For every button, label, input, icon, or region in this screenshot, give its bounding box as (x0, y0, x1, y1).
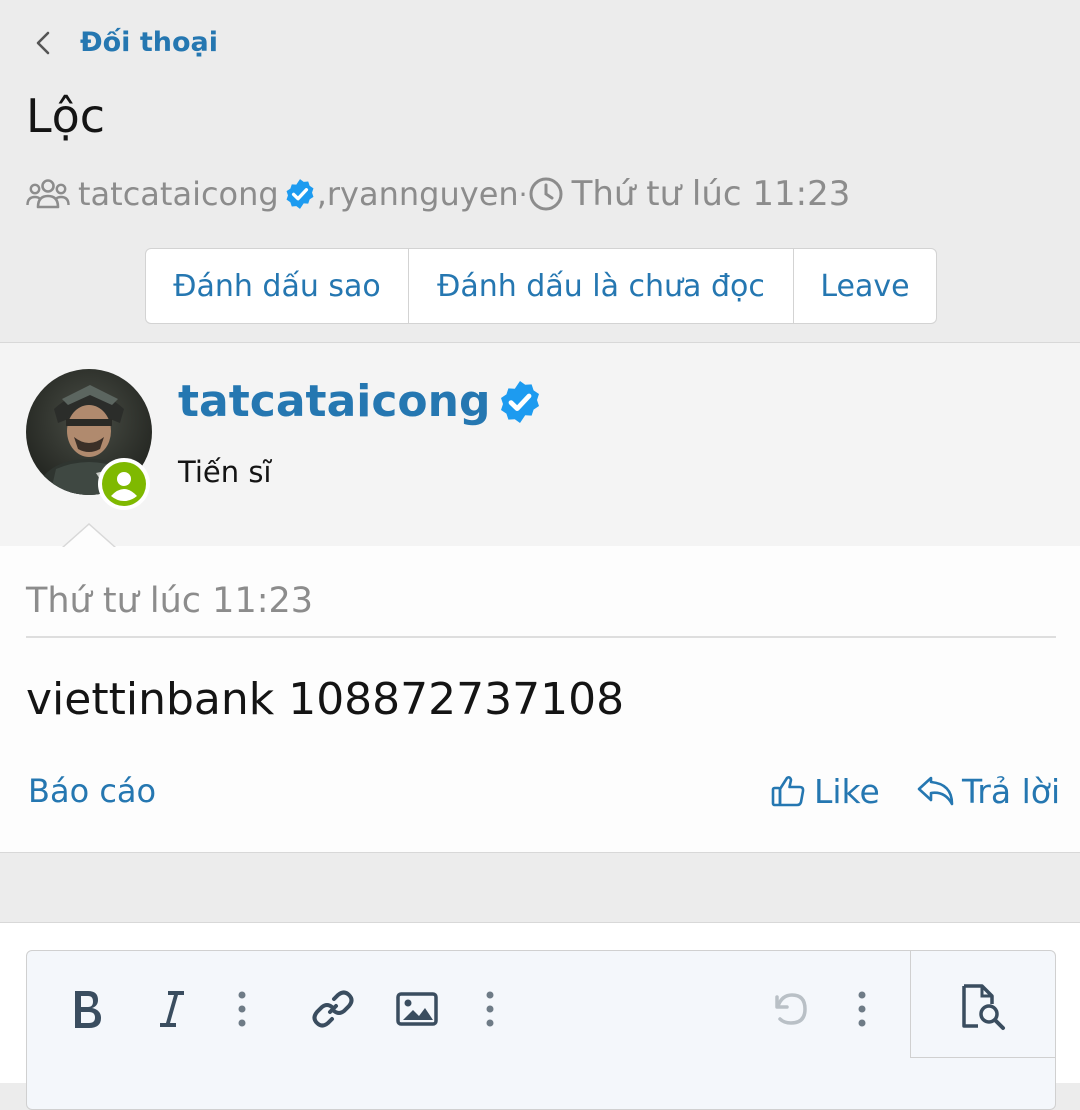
like-label[interactable]: Like (814, 772, 880, 811)
star-button[interactable]: Đánh dấu sao (146, 249, 409, 323)
mark-unread-button[interactable]: Đánh dấu là chưa đọc (409, 249, 794, 323)
reply-label[interactable]: Trả lời (962, 772, 1060, 811)
message-username-text[interactable]: tatcataicong (178, 372, 490, 432)
participant-link[interactable]: ryannguyen (327, 175, 519, 213)
link-icon[interactable] (307, 981, 359, 1037)
preview-button[interactable] (910, 950, 1056, 1058)
back-icon[interactable] (30, 28, 56, 58)
like-button[interactable]: Like (770, 768, 880, 814)
report-link[interactable]: Báo cáo (28, 770, 156, 812)
meta-dot: · (518, 177, 528, 211)
preview-icon[interactable] (955, 982, 1011, 1032)
editor-toolbar (26, 950, 1056, 1110)
message-username[interactable]: tatcataicong (178, 372, 544, 432)
more-icon[interactable] (475, 981, 505, 1037)
conversation-actions: Đánh dấu sao Đánh dấu là chưa đọc Leave (145, 248, 937, 324)
undo-icon[interactable] (763, 981, 815, 1037)
reply-button[interactable]: Trả lời (916, 768, 1060, 814)
participant-separator: , (316, 175, 327, 213)
italic-icon[interactable] (145, 981, 197, 1037)
verified-icon (496, 378, 544, 426)
leave-button[interactable]: Leave (794, 249, 936, 323)
more-icon[interactable] (227, 981, 257, 1037)
clock-icon (528, 176, 564, 212)
like-icon (771, 776, 805, 807)
message-text: viettinbank 108872737108 (26, 674, 625, 725)
users-icon (26, 177, 70, 211)
reply-icon (917, 776, 954, 806)
user-title: Tiến sĩ (178, 455, 272, 489)
divider (26, 636, 1056, 638)
bold-icon[interactable] (61, 981, 113, 1037)
message-arrow (62, 522, 116, 549)
image-icon[interactable] (391, 981, 443, 1037)
participant-link[interactable]: tatcataicong (78, 175, 279, 213)
verified-icon (283, 177, 317, 211)
conversation-meta: tatcataicong , ryannguyen · Thứ tư lúc 1… (26, 170, 850, 218)
breadcrumb-link[interactable]: Đối thoại (80, 24, 218, 62)
page-title: Lộc (26, 89, 106, 143)
message-date[interactable]: Thứ tư lúc 11:23 (26, 578, 313, 624)
more-icon[interactable] (847, 981, 877, 1037)
online-icon (98, 458, 150, 510)
start-date: Thứ tư lúc 11:23 (571, 174, 851, 214)
